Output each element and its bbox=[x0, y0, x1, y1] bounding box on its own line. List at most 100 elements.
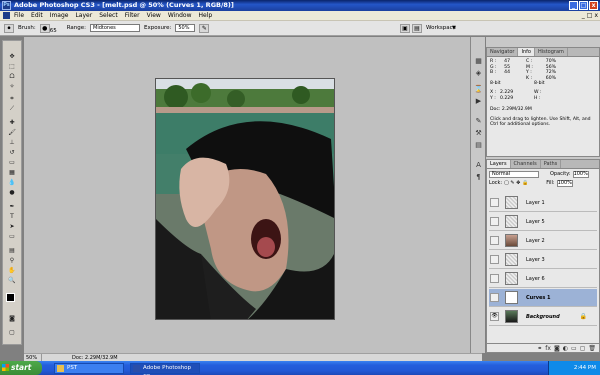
menu-file[interactable]: File bbox=[14, 12, 24, 19]
menu-help[interactable]: Help bbox=[199, 12, 213, 19]
workspace-chevron-icon[interactable]: ▼ bbox=[452, 25, 456, 31]
start-button[interactable]: start bbox=[0, 361, 42, 375]
menu-filter[interactable]: Filter bbox=[125, 12, 140, 19]
layer-row[interactable]: Layer 1 bbox=[489, 194, 597, 212]
layer-row[interactable]: Layer 6 bbox=[489, 270, 597, 288]
slice-tool-icon[interactable]: ⟋ bbox=[8, 105, 16, 113]
tab-histogram[interactable]: Histogram bbox=[535, 48, 568, 56]
foreground-color-swatch[interactable] bbox=[6, 293, 15, 302]
start-label: start bbox=[11, 363, 32, 372]
layer-row-selected[interactable]: Curves 1 bbox=[489, 289, 597, 307]
path-selection-tool-icon[interactable]: ➤ bbox=[8, 223, 16, 231]
tab-navigator[interactable]: Navigator bbox=[487, 48, 519, 56]
lock-icons[interactable]: ▢ ✎ ✥ 🔒 bbox=[504, 180, 528, 187]
doc-maximize-button[interactable]: □ bbox=[587, 12, 593, 19]
layer-row[interactable]: Layer 3 bbox=[489, 251, 597, 269]
notes-tool-icon[interactable]: ▤ bbox=[8, 247, 16, 255]
layer-row[interactable]: Layer 5 bbox=[489, 213, 597, 231]
maximize-button[interactable]: □ bbox=[579, 1, 588, 10]
screen-mode-icon[interactable]: ▢ bbox=[8, 329, 16, 337]
crop-tool-icon[interactable]: ⌗ bbox=[8, 95, 16, 103]
shape-tool-icon[interactable]: ▭ bbox=[8, 233, 16, 241]
app-menu-icon[interactable] bbox=[3, 12, 10, 19]
eyedropper-tool-icon[interactable]: ⚲ bbox=[8, 257, 16, 265]
pen-tool-icon[interactable]: ✒ bbox=[8, 203, 16, 211]
quick-mask-icon[interactable]: ◙ bbox=[8, 315, 16, 323]
link-layers-icon[interactable]: ⚭ bbox=[537, 344, 542, 352]
layer-name: Layer 6 bbox=[526, 275, 545, 282]
history-panel-icon[interactable]: ⌛ bbox=[474, 85, 483, 94]
dodge-tool-icon[interactable]: ● bbox=[8, 189, 16, 197]
menu-view[interactable]: View bbox=[147, 12, 161, 19]
new-group-icon[interactable]: ▭ bbox=[571, 344, 577, 352]
history-brush-tool-icon[interactable]: ↺ bbox=[8, 149, 16, 157]
tool-preset-picker-icon[interactable]: ⚫ bbox=[4, 23, 14, 33]
layers-panel: Layers Channels Paths Normal Opacity: 100… bbox=[486, 159, 600, 353]
menu-edit[interactable]: Edit bbox=[31, 12, 43, 19]
blur-tool-icon[interactable]: 💧 bbox=[8, 179, 16, 187]
layer-row[interactable]: 👁 Background 🔒 bbox=[489, 308, 597, 326]
tab-layers[interactable]: Layers bbox=[487, 160, 511, 168]
range-select[interactable]: Midtones bbox=[90, 24, 141, 32]
adjustment-layer-icon[interactable]: ◐ bbox=[563, 344, 568, 352]
lock-label: Lock: bbox=[489, 180, 503, 186]
healing-brush-tool-icon[interactable]: ✚ bbox=[8, 119, 16, 127]
doc-close-button[interactable]: x bbox=[594, 12, 598, 19]
tool-presets-panel-icon[interactable]: ⚒ bbox=[474, 129, 483, 138]
layer-visibility-toggle[interactable] bbox=[490, 274, 499, 283]
fill-input[interactable]: 100% bbox=[556, 180, 573, 187]
layer-row[interactable]: Layer 2 bbox=[489, 232, 597, 250]
layer-visibility-toggle[interactable] bbox=[490, 293, 499, 302]
paragraph-panel-icon[interactable]: ¶ bbox=[474, 173, 483, 182]
tab-channels[interactable]: Channels bbox=[511, 160, 541, 168]
swatches-panel-icon[interactable]: ▦ bbox=[474, 57, 483, 66]
layer-visibility-toggle[interactable] bbox=[490, 198, 499, 207]
brushes-panel-icon[interactable]: ✎ bbox=[474, 117, 483, 126]
eraser-tool-icon[interactable]: ▭ bbox=[8, 159, 16, 167]
menu-window[interactable]: Window bbox=[168, 12, 192, 19]
styles-panel-icon[interactable]: ◈ bbox=[474, 69, 483, 78]
tab-info[interactable]: Info bbox=[518, 48, 535, 56]
zoom-tool-icon[interactable]: 🔍 bbox=[8, 277, 16, 285]
actions-panel-icon[interactable]: ▶ bbox=[474, 97, 483, 106]
minimize-button[interactable]: _ bbox=[569, 1, 578, 10]
delete-layer-icon[interactable]: 🗑 bbox=[588, 344, 596, 352]
magic-wand-tool-icon[interactable]: ✧ bbox=[8, 83, 16, 91]
menu-layer[interactable]: Layer bbox=[75, 12, 92, 19]
zoom-level[interactable]: 50% bbox=[24, 354, 42, 361]
layer-style-icon[interactable]: fx bbox=[545, 344, 551, 352]
layer-visibility-toggle[interactable] bbox=[490, 236, 499, 245]
move-tool-icon[interactable]: ✥ bbox=[8, 53, 16, 61]
marquee-tool-icon[interactable]: ⬚ bbox=[8, 63, 16, 71]
palette-well-icon[interactable]: ▤ bbox=[412, 23, 422, 33]
folder-icon bbox=[57, 364, 64, 372]
eye-icon[interactable]: 👁 bbox=[490, 312, 499, 321]
clone-stamp-tool-icon[interactable]: ⊥ bbox=[8, 139, 16, 147]
status-bar: 50% Doc: 2.29M/32.9M bbox=[24, 353, 482, 361]
doc-minimize-button[interactable]: _ bbox=[582, 12, 585, 19]
brush-tool-icon[interactable]: 🖌 bbox=[8, 129, 16, 137]
blend-mode-select[interactable]: Normal bbox=[489, 171, 539, 178]
layer-comps-panel-icon[interactable]: ▤ bbox=[474, 141, 483, 150]
layer-visibility-toggle[interactable] bbox=[490, 217, 499, 226]
brush-picker[interactable]: ● bbox=[39, 23, 50, 33]
layer-visibility-toggle[interactable] bbox=[490, 255, 499, 264]
taskbar-item-photoshop[interactable]: Adobe Photoshop CS... bbox=[130, 362, 200, 375]
menu-select[interactable]: Select bbox=[99, 12, 118, 19]
document-canvas[interactable] bbox=[155, 78, 335, 320]
gradient-tool-icon[interactable]: ▦ bbox=[8, 169, 16, 177]
new-layer-icon[interactable]: ▢ bbox=[580, 344, 586, 352]
lasso-tool-icon[interactable]: ᗝ bbox=[8, 73, 16, 81]
exposure-input[interactable]: 50% bbox=[175, 24, 196, 32]
type-tool-icon[interactable]: T bbox=[8, 213, 16, 221]
character-panel-icon[interactable]: A bbox=[474, 161, 483, 170]
go-to-bridge-icon[interactable]: ▣ bbox=[400, 23, 410, 33]
opacity-input[interactable]: 100% bbox=[572, 171, 589, 178]
taskbar-item-pst[interactable]: PST bbox=[54, 362, 124, 374]
menu-image[interactable]: Image bbox=[50, 12, 69, 19]
tab-paths[interactable]: Paths bbox=[541, 160, 562, 168]
layer-mask-icon[interactable]: ◙ bbox=[554, 344, 560, 352]
close-button[interactable]: x bbox=[589, 1, 598, 10]
hand-tool-icon[interactable]: ✋ bbox=[8, 267, 16, 275]
airbrush-icon[interactable]: ✎ bbox=[199, 23, 210, 33]
